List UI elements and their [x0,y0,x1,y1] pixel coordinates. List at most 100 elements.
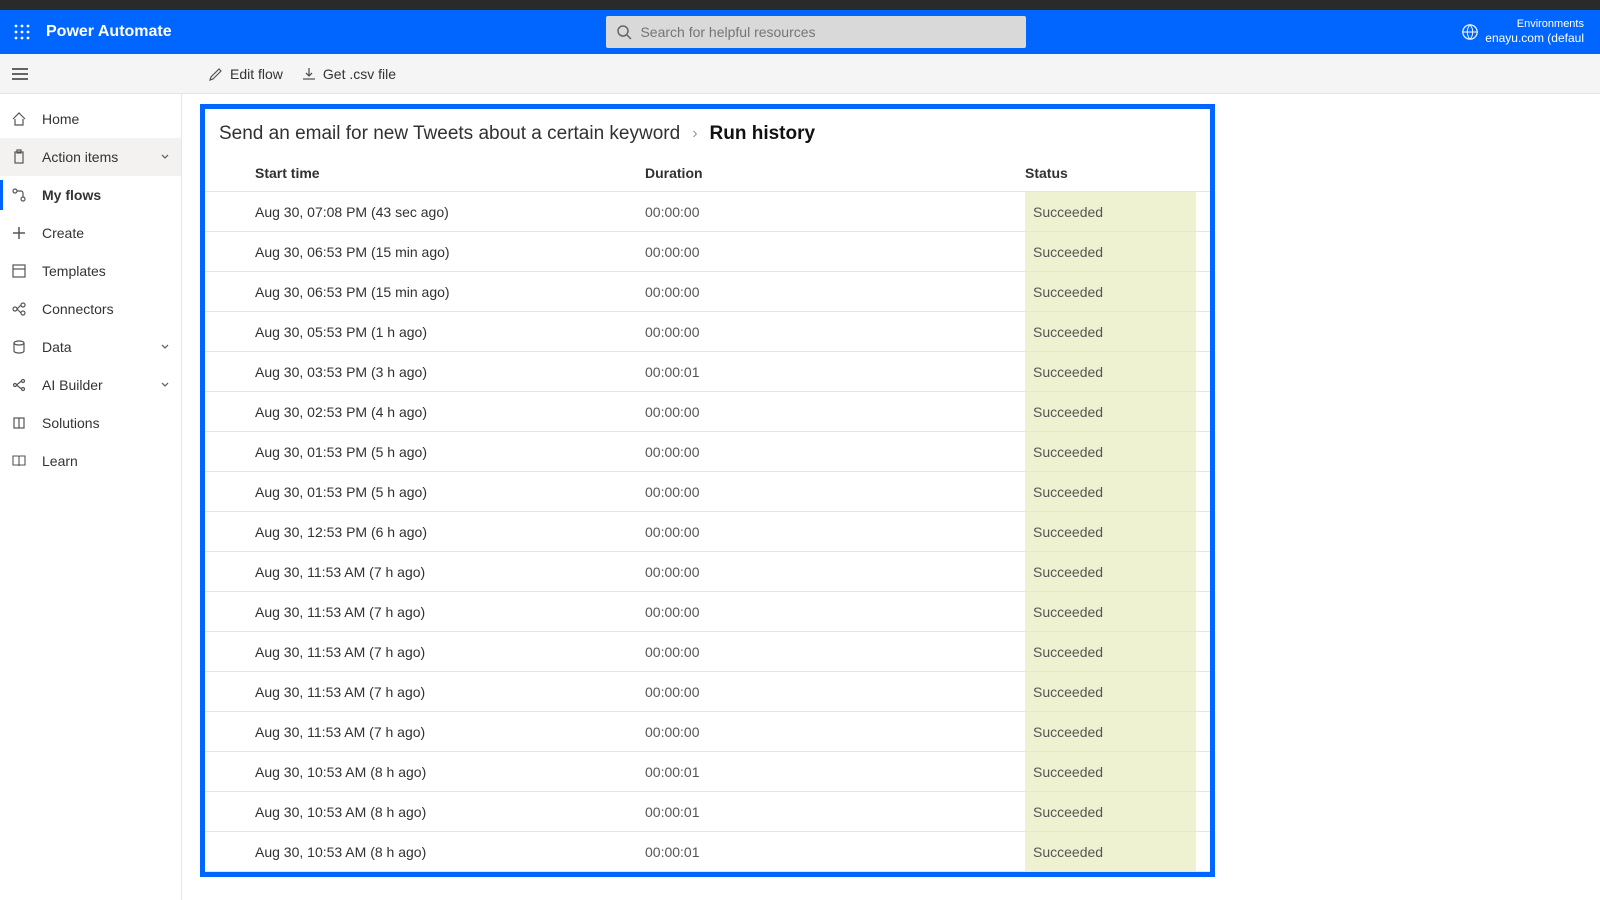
cell-start-time[interactable]: Aug 30, 01:53 PM (5 h ago) [255,444,645,460]
cell-status: Succeeded [1025,752,1196,791]
table-row[interactable]: Aug 30, 02:53 PM (4 h ago)00:00:00Succee… [205,392,1210,432]
get-csv-button[interactable]: Get .csv file [301,66,396,82]
column-header-duration[interactable]: Duration [645,165,1025,181]
sidebar-item-action-items[interactable]: Action items [0,138,181,176]
sidebar-item-learn[interactable]: Learn [0,442,181,480]
table-row[interactable]: Aug 30, 06:53 PM (15 min ago)00:00:00Suc… [205,272,1210,312]
table-row[interactable]: Aug 30, 05:53 PM (1 h ago)00:00:00Succee… [205,312,1210,352]
cell-status: Succeeded [1025,592,1196,631]
run-history-card: Send an email for new Tweets about a cer… [200,104,1215,877]
search-icon [616,24,632,40]
breadcrumb: Send an email for new Tweets about a cer… [205,123,1210,155]
environment-picker[interactable]: Environments enayu.com (defaul [1485,18,1594,46]
cell-start-time[interactable]: Aug 30, 03:53 PM (3 h ago) [255,364,645,380]
cell-duration: 00:00:00 [645,324,1025,340]
table-row[interactable]: Aug 30, 10:53 AM (8 h ago)00:00:01Succee… [205,752,1210,792]
cell-duration: 00:00:00 [645,284,1025,300]
cell-start-time[interactable]: Aug 30, 06:53 PM (15 min ago) [255,244,645,260]
table-row[interactable]: Aug 30, 11:53 AM (7 h ago)00:00:00Succee… [205,632,1210,672]
sidebar-item-create[interactable]: Create [0,214,181,252]
cell-start-time[interactable]: Aug 30, 07:08 PM (43 sec ago) [255,204,645,220]
cell-start-time[interactable]: Aug 30, 11:53 AM (7 h ago) [255,644,645,660]
cell-duration: 00:00:01 [645,764,1025,780]
connectors-icon [10,300,28,318]
column-header-start-time[interactable]: Start time [255,165,645,181]
cell-duration: 00:00:00 [645,244,1025,260]
cell-start-time[interactable]: Aug 30, 05:53 PM (1 h ago) [255,324,645,340]
cell-start-time[interactable]: Aug 30, 10:53 AM (8 h ago) [255,764,645,780]
app-launcher-button[interactable] [6,16,38,48]
breadcrumb-current: Run history [710,123,816,145]
cell-start-time[interactable]: Aug 30, 11:53 AM (7 h ago) [255,684,645,700]
table-row[interactable]: Aug 30, 07:08 PM (43 sec ago)00:00:00Suc… [205,192,1210,232]
sidebar-toggle-button[interactable] [0,67,40,81]
sidebar-item-my-flows[interactable]: My flows [0,176,181,214]
table-row[interactable]: Aug 30, 11:53 AM (7 h ago)00:00:00Succee… [205,672,1210,712]
table-row[interactable]: Aug 30, 03:53 PM (3 h ago)00:00:01Succee… [205,352,1210,392]
cell-start-time[interactable]: Aug 30, 06:53 PM (15 min ago) [255,284,645,300]
search-box[interactable] [606,16,1026,48]
environment-value: enayu.com (defaul [1485,31,1584,45]
main-content: Send an email for new Tweets about a cer… [182,94,1600,900]
cell-duration: 00:00:00 [645,404,1025,420]
cell-start-time[interactable]: Aug 30, 11:53 AM (7 h ago) [255,724,645,740]
cell-start-time[interactable]: Aug 30, 10:53 AM (8 h ago) [255,844,645,860]
table-row[interactable]: Aug 30, 06:53 PM (15 min ago)00:00:00Suc… [205,232,1210,272]
cell-status: Succeeded [1025,792,1196,831]
pencil-icon [208,66,224,82]
cell-duration: 00:00:00 [645,604,1025,620]
column-header-status[interactable]: Status [1025,165,1196,181]
table-row[interactable]: Aug 30, 01:53 PM (5 h ago)00:00:00Succee… [205,432,1210,472]
cell-duration: 00:00:00 [645,644,1025,660]
plus-icon [10,224,28,242]
table-row[interactable]: Aug 30, 01:53 PM (5 h ago)00:00:00Succee… [205,472,1210,512]
table-row[interactable]: Aug 30, 11:53 AM (7 h ago)00:00:00Succee… [205,552,1210,592]
cell-start-time[interactable]: Aug 30, 01:53 PM (5 h ago) [255,484,645,500]
learn-icon [10,452,28,470]
hamburger-icon [11,67,29,81]
sidebar-item-solutions[interactable]: Solutions [0,404,181,442]
sidebar-item-connectors[interactable]: Connectors [0,290,181,328]
table-row[interactable]: Aug 30, 11:53 AM (7 h ago)00:00:00Succee… [205,712,1210,752]
cell-duration: 00:00:00 [645,564,1025,580]
sidebar-item-templates[interactable]: Templates [0,252,181,290]
cell-duration: 00:00:01 [645,364,1025,380]
cell-start-time[interactable]: Aug 30, 11:53 AM (7 h ago) [255,604,645,620]
cell-status: Succeeded [1025,352,1196,391]
brand-title[interactable]: Power Automate [46,23,172,41]
search-input[interactable] [640,24,1016,40]
cell-status: Succeeded [1025,392,1196,431]
table-row[interactable]: Aug 30, 10:53 AM (8 h ago)00:00:01Succee… [205,832,1210,872]
sidebar-item-data[interactable]: Data [0,328,181,366]
cell-status: Succeeded [1025,712,1196,751]
cell-status: Succeeded [1025,432,1196,471]
cell-start-time[interactable]: Aug 30, 11:53 AM (7 h ago) [255,564,645,580]
cell-status: Succeeded [1025,192,1196,231]
sidebar-nav: Home Action itemsMy flows Create TemplatesC… [0,94,182,900]
sidebar-item-home[interactable]: Home [0,100,181,138]
table-row[interactable]: Aug 30, 10:53 AM (8 h ago)00:00:01Succee… [205,792,1210,832]
cell-duration: 00:00:00 [645,684,1025,700]
cell-duration: 00:00:00 [645,484,1025,500]
cell-status: Succeeded [1025,672,1196,711]
cell-duration: 00:00:00 [645,204,1025,220]
cell-start-time[interactable]: Aug 30, 12:53 PM (6 h ago) [255,524,645,540]
cell-status: Succeeded [1025,632,1196,671]
table-row[interactable]: Aug 30, 11:53 AM (7 h ago)00:00:00Succee… [205,592,1210,632]
cell-status: Succeeded [1025,272,1196,311]
table-row[interactable]: Aug 30, 12:53 PM (6 h ago)00:00:00Succee… [205,512,1210,552]
sidebar-item-label: AI Builder [42,377,103,393]
chevron-down-icon [159,379,171,391]
data-icon [10,338,28,356]
sidebar-item-ai-builder[interactable]: AI Builder [0,366,181,404]
chevron-right-icon: › [692,125,697,143]
sidebar-item-label: Create [42,225,84,241]
sidebar-item-label: Data [42,339,72,355]
cell-start-time[interactable]: Aug 30, 10:53 AM (8 h ago) [255,804,645,820]
breadcrumb-flow-name[interactable]: Send an email for new Tweets about a cer… [219,123,680,145]
cell-status: Succeeded [1025,832,1196,871]
sidebar-item-label: Home [42,111,79,127]
edit-flow-button[interactable]: Edit flow [208,66,283,82]
cell-status: Succeeded [1025,472,1196,511]
cell-start-time[interactable]: Aug 30, 02:53 PM (4 h ago) [255,404,645,420]
